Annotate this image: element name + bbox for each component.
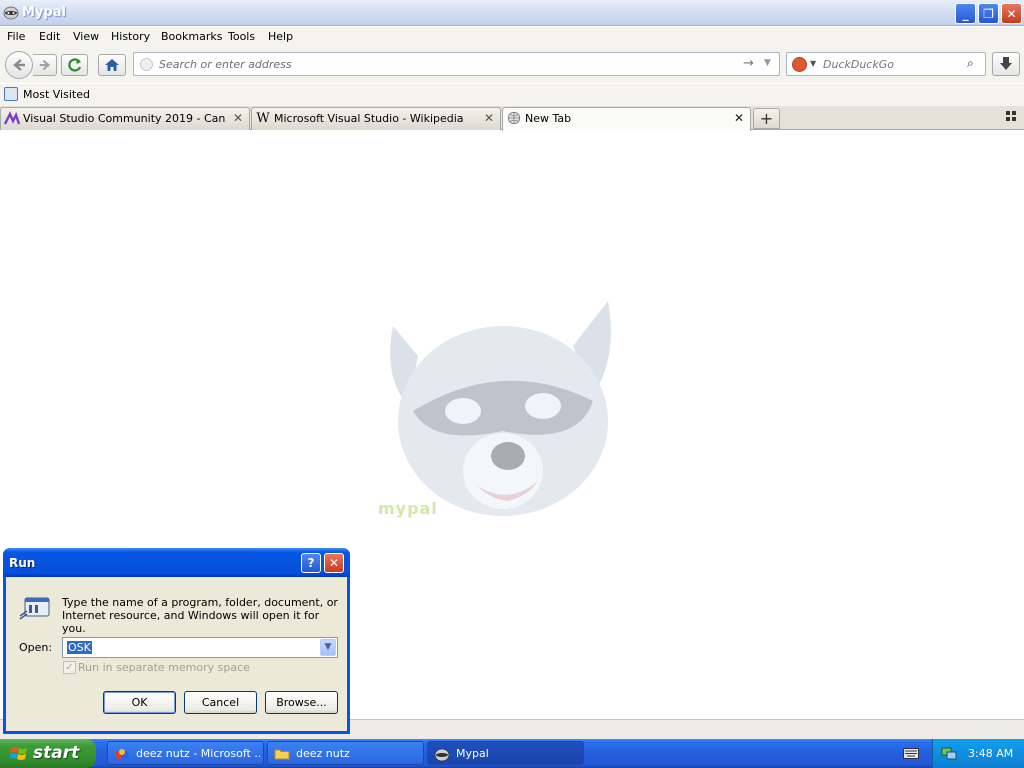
- grid-icon: [1006, 111, 1016, 121]
- keyboard-icon[interactable]: [903, 746, 919, 760]
- start-label: start: [33, 743, 80, 763]
- address-bar[interactable]: → ▼: [133, 52, 780, 76]
- mypal-raccoon-logo: [390, 301, 611, 516]
- tab-label: New Tab: [525, 112, 572, 125]
- bookmarks-toolbar: Most Visited: [0, 84, 1024, 106]
- open-combobox[interactable]: OSK ▼: [62, 637, 338, 658]
- taskbar-item-folder[interactable]: deez nutz: [267, 741, 424, 765]
- history-dropdown-icon[interactable]: ▼: [764, 58, 771, 68]
- all-tabs-button[interactable]: [1006, 111, 1020, 125]
- run-dialog: Run ? ✕ Type the name of a program, fold…: [3, 548, 350, 734]
- run-dialog-titlebar[interactable]: Run ? ✕: [3, 548, 350, 577]
- windows-logo-icon: [10, 747, 27, 760]
- tab-new-tab[interactable]: New Tab ✕: [502, 107, 751, 131]
- wikipedia-icon: W: [256, 111, 270, 126]
- tab-label: Microsoft Visual Studio - Wikipedia: [274, 112, 464, 125]
- new-tab-button[interactable]: +: [753, 108, 780, 129]
- run-dialog-title: Run: [9, 556, 36, 570]
- clock: 3:48 AM: [968, 747, 1014, 760]
- go-arrow-icon[interactable]: →: [743, 56, 754, 71]
- most-visited-bookmark[interactable]: Most Visited: [23, 88, 90, 101]
- tab-visual-studio-community[interactable]: Visual Studio Community 2019 - Can I ins…: [0, 107, 250, 130]
- close-tab-icon[interactable]: ✕: [734, 111, 744, 125]
- forward-button[interactable]: [33, 54, 57, 76]
- tab-label: Visual Studio Community 2019 - Can I ins…: [23, 112, 228, 125]
- close-tab-icon[interactable]: ✕: [484, 111, 494, 125]
- download-arrow-icon: [1000, 57, 1012, 70]
- chevron-down-icon[interactable]: ▼: [320, 639, 336, 656]
- back-arrow-icon: [13, 59, 25, 71]
- restore-icon: ❐: [983, 6, 994, 21]
- mypal-raccoon-icon: [3, 6, 19, 20]
- run-close-button[interactable]: ✕: [324, 553, 344, 573]
- ok-button[interactable]: OK: [103, 691, 176, 714]
- system-tray: 3:48 AM: [932, 739, 1024, 768]
- separate-memory-checkbox: ✓: [63, 661, 76, 674]
- taskbar-item-media-player[interactable]: deez nutz - Microsoft ...: [107, 741, 264, 765]
- mypal-wordmark: mypal: [378, 499, 438, 518]
- engine-dropdown-icon[interactable]: ▼: [810, 59, 816, 68]
- start-button[interactable]: start: [0, 739, 96, 768]
- run-description: Type the name of a program, folder, docu…: [62, 596, 338, 635]
- close-button[interactable]: ✕: [1001, 3, 1022, 24]
- reload-icon: [67, 58, 81, 72]
- navigation-toolbar: → ▼ ▼ ⌕: [0, 47, 1024, 83]
- search-bar[interactable]: ▼ ⌕: [786, 52, 986, 76]
- open-input-value[interactable]: OSK: [67, 641, 92, 654]
- browse-button[interactable]: Browse...: [265, 691, 338, 714]
- address-input[interactable]: [159, 56, 729, 72]
- open-label: Open:: [19, 641, 53, 654]
- menu-help[interactable]: Help: [268, 30, 293, 43]
- taskbar: start deez nutz - Microsoft ... deez nut…: [0, 739, 1024, 768]
- window-title: Mypal: [22, 5, 66, 20]
- tab-wikipedia[interactable]: W Microsoft Visual Studio - Wikipedia ✕: [251, 107, 501, 130]
- menu-bar: File Edit View History Bookmarks Tools H…: [0, 27, 1024, 47]
- menu-view[interactable]: View: [73, 30, 99, 43]
- media-player-icon: [114, 746, 130, 762]
- forward-arrow-icon: [39, 59, 50, 71]
- close-tab-icon[interactable]: ✕: [233, 111, 243, 125]
- home-button[interactable]: [98, 54, 126, 76]
- cancel-button[interactable]: Cancel: [184, 691, 257, 714]
- home-icon: [105, 59, 119, 71]
- site-identity-icon: [140, 58, 153, 71]
- question-mark-icon: ?: [307, 556, 315, 570]
- mypal-icon: [434, 746, 450, 762]
- separate-memory-label: Run in separate memory space: [78, 661, 250, 674]
- network-icon[interactable]: [941, 745, 957, 761]
- close-icon: ✕: [1006, 6, 1017, 21]
- downloads-button[interactable]: [992, 52, 1020, 76]
- menu-bookmarks[interactable]: Bookmarks: [161, 30, 222, 43]
- back-button[interactable]: [5, 51, 33, 79]
- duckduckgo-engine-icon[interactable]: [792, 57, 807, 72]
- menu-tools[interactable]: Tools: [228, 30, 255, 43]
- globe-icon: [506, 111, 522, 127]
- help-button[interactable]: ?: [301, 553, 321, 573]
- menu-edit[interactable]: Edit: [39, 30, 60, 43]
- taskbar-item-mypal[interactable]: Mypal: [427, 741, 584, 765]
- tab-strip: Visual Studio Community 2019 - Can I ins…: [0, 106, 1024, 131]
- menu-file[interactable]: File: [7, 30, 25, 43]
- search-icon[interactable]: ⌕: [967, 56, 974, 71]
- taskbar-item-label: deez nutz - Microsoft ...: [136, 747, 260, 760]
- menu-history[interactable]: History: [111, 30, 150, 43]
- plus-icon: +: [759, 109, 774, 128]
- most-visited-icon: [4, 87, 18, 101]
- run-program-icon: [19, 597, 50, 620]
- taskbar-item-label: deez nutz: [296, 747, 350, 760]
- reload-button[interactable]: [61, 54, 88, 76]
- minimize-icon: _: [962, 6, 969, 21]
- taskbar-item-label: Mypal: [456, 747, 489, 760]
- minimize-button[interactable]: _: [955, 3, 976, 24]
- visual-studio-icon: [3, 111, 21, 127]
- browser-titlebar[interactable]: Mypal _ ❐ ✕: [0, 0, 1024, 26]
- restore-button[interactable]: ❐: [978, 3, 999, 24]
- search-input[interactable]: [823, 56, 963, 72]
- folder-icon: [274, 746, 290, 762]
- close-icon: ✕: [328, 556, 340, 570]
